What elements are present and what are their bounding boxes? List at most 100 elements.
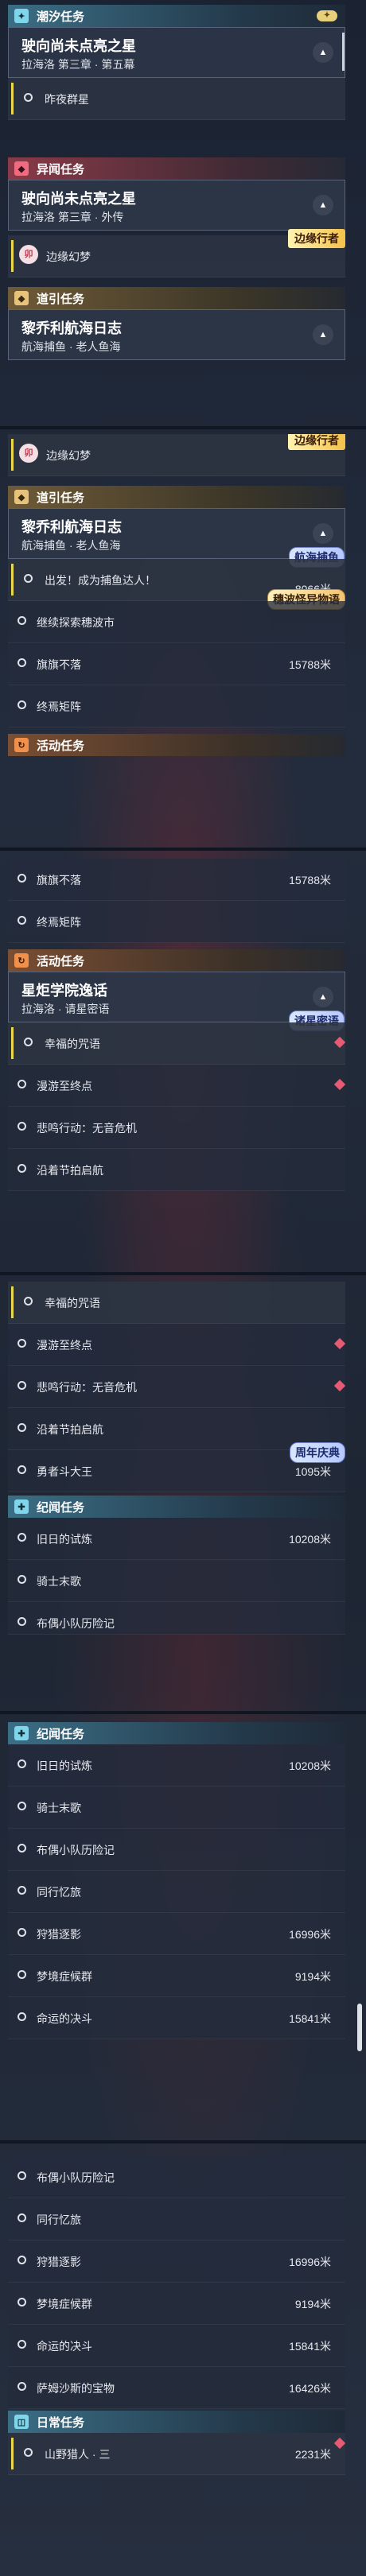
list-item[interactable]: 同行忆旅 [8,1871,345,1913]
list-item[interactable]: 漫游至终点 [8,1065,345,1107]
list-item[interactable]: 骑士末歌 [8,1787,345,1829]
active-marker [11,83,14,114]
guide-quest-header[interactable]: ◆ 道引任务 [8,287,345,309]
list-item[interactable]: 漫游至终点 [8,1324,345,1366]
list-item-label: 沿着节拍启航 [37,1164,103,1177]
list-item-label: 狩猎逐影 [37,2256,81,2268]
circle-icon [18,1080,26,1088]
plus-icon: ✚ [14,1499,29,1514]
screenshot-divider [0,426,366,429]
quest-subtitle: 航海捕鱼 · 老人鱼海 [21,340,121,353]
list-item[interactable]: 继续探索穗波市 [8,601,345,643]
event-quest-header[interactable]: ↻ 活动任务 [8,734,345,756]
distance-value: 15788米 [289,658,331,671]
quest-card[interactable]: 黎乔利航海日志 航海捕鱼 · 老人鱼海 ▲ [8,309,345,360]
daily-quest-header[interactable]: ◫ 日常任务 [8,2411,345,2433]
list-item[interactable]: 布偶小队历险记 [8,1602,345,1635]
distance-value: 15841米 [289,2012,331,2025]
list-item[interactable]: 骑士末歌 [8,1560,345,1602]
list-item-label: 终焉矩阵 [37,916,81,929]
list-item[interactable]: 狩猎逐影 16996米 [8,1913,345,1955]
collapse-icon[interactable]: ▲ [313,987,333,1007]
list-item[interactable]: 命运的决斗 15841米 [8,1997,345,2039]
list-item[interactable]: 出发！成为捕鱼达人！ 8066米 穗波怪异物语 [8,559,345,610]
strange-quest-header-label: 异闻任务 [37,162,85,177]
list-item[interactable]: 同行忆旅 [8,2198,345,2240]
circle-icon [18,1381,26,1390]
list-item-label: 狩猎逐影 [37,1928,81,1941]
list-item[interactable]: 勇者斗大王 1095米 周年庆典 [8,1442,345,1492]
list-item[interactable]: 命运的决斗 15841米 [8,2325,345,2367]
list-item-label: 骑士末歌 [37,1802,81,1814]
list-item-label: 布偶小队历险记 [37,2171,115,2184]
collapse-icon[interactable]: ▲ [313,324,333,345]
section-tide: ✦ 潮汐任务 ✦ 驶向尚未点亮之星 拉海洛 第三章 · 第五幕 ▲ 昨夜群星 [8,5,345,120]
distance-value: 9194米 [294,1970,331,1983]
strange-quest-header[interactable]: ◆ 异闻任务 [8,157,345,180]
list-item[interactable]: 狩猎逐影 16996米 [8,2240,345,2283]
calendar-icon: ◫ [14,2415,29,2429]
record-quest-header[interactable]: ✚ 纪闻任务 [8,1722,345,1744]
list-item[interactable]: 梦境症候群 9194米 [8,1955,345,1997]
guide-quest-header[interactable]: ◆ 道引任务 [8,486,345,508]
diamond-icon: ◆ [14,161,29,176]
quest-badge-icon: 卯 [19,444,38,463]
distance-value: 16996米 [289,1928,331,1941]
circle-icon [18,2298,26,2306]
list-item[interactable]: 幸福的咒语 [8,1022,345,1065]
collapse-icon[interactable]: ▲ [313,195,333,215]
list-item[interactable]: 旗旗不落 15788米 [8,643,345,685]
alert-diamond-icon [333,1036,345,1049]
collapse-icon[interactable]: ▲ [313,42,333,63]
distance-value: 9194米 [294,2298,331,2310]
distance-value: 16996米 [289,2256,331,2268]
list-item[interactable]: 幸福的咒语 [8,1282,345,1324]
list-item[interactable]: 旧日的试炼 10208米 [8,1518,345,1560]
list-item[interactable]: 梦境症候群 9194米 [8,2283,345,2325]
list-item[interactable]: 悲鸣行动：无音危机 [8,1107,345,1149]
list-item[interactable]: 沿着节拍启航 [8,1149,345,1191]
quest-card[interactable]: 驶向尚未点亮之星 拉海洛 第三章 · 第五幕 ▲ [8,27,345,78]
tide-icon: ✦ [14,9,29,23]
plus-icon: ✚ [14,1726,29,1740]
circle-icon [24,2448,33,2457]
list-item[interactable]: 布偶小队历险记 [8,2156,345,2198]
quest-card[interactable]: 星炬学院逸话 拉海洛 · 请星密语 ▲ 诸星密语 [8,972,345,1031]
list-item[interactable]: 旗旗不落 15788米 [8,859,345,901]
distance-value: 16426米 [289,2382,331,2395]
list-item[interactable]: 山野猎人 · 三 2231米 [8,2433,345,2475]
record-quest-header-label: 纪闻任务 [37,1727,85,1741]
tide-quest-header[interactable]: ✦ 潮汐任务 ✦ [8,5,345,27]
record-quest-header[interactable]: ✚ 纪闻任务 [8,1496,345,1518]
section-event-continued: 幸福的咒语 漫游至终点 悲鸣行动：无音危机 沿着节拍启航 勇者斗大王 1095米… [8,1282,345,1635]
event-quest-header[interactable]: ↻ 活动任务 [8,949,345,972]
active-marker [11,439,14,471]
list-item[interactable]: 旧日的试炼 10208米 [8,1744,345,1787]
list-item[interactable]: 昨夜群星 [8,78,345,120]
list-item-label: 悲鸣行动：无音危机 [37,1122,137,1135]
quest-card[interactable]: 驶向尚未点亮之星 拉海洛 第三章 · 外传 ▲ [8,180,345,231]
list-item[interactable]: 悲鸣行动：无音危机 [8,1366,345,1408]
quest-subtitle: 航海捕鱼 · 老人鱼海 [21,539,121,552]
quest-title: 星炬学院逸话 [21,983,107,999]
list-item[interactable]: 终焉矩阵 [8,685,345,727]
guide-quest-header-label: 道引任务 [37,292,85,306]
screenshot-divider [0,1711,366,1714]
circle-icon [18,2012,26,2021]
list-item[interactable]: 终焉矩阵 [8,901,345,943]
list-item[interactable]: 布偶小队历险记 [8,1829,345,1871]
quest-title: 驶向尚未点亮之星 [21,38,136,54]
quest-card[interactable]: 黎乔利航海日志 航海捕鱼 · 老人鱼海 ▲ 航海捕鱼 [8,508,345,568]
circle-icon [18,2382,26,2391]
scrollbar-thumb[interactable] [357,2004,362,2051]
collapse-icon[interactable]: ▲ [313,523,333,544]
list-item[interactable]: 卯 边缘幻梦 边缘行者 [8,229,345,277]
circle-icon [18,700,26,709]
circle-icon [18,1164,26,1173]
screenshot-divider [0,848,366,851]
list-item-label: 沿着节拍启航 [37,1423,103,1436]
list-item[interactable]: 卯 边缘幻梦 边缘行者 [8,434,345,476]
list-item[interactable]: 萨姆沙斯的宝物 16426米 [8,2367,345,2409]
quest-title: 黎乔利航海日志 [21,320,122,336]
circle-icon [24,574,33,583]
